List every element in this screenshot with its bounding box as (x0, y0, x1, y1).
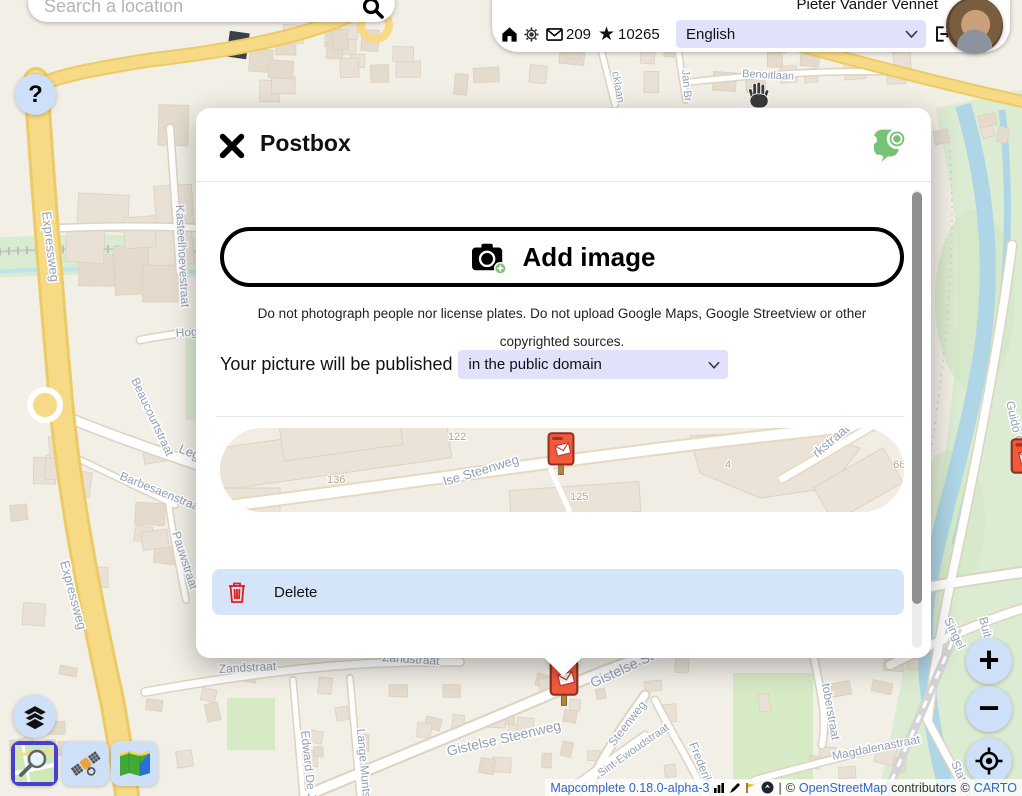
message-count: 209 (566, 22, 591, 46)
feature-mini-map[interactable]: 122136125466;6lse Steenwegrkstraat (220, 428, 904, 512)
street-label: 66;6 (893, 459, 904, 471)
home-icon[interactable] (500, 22, 519, 46)
folded-map-icon (118, 750, 152, 778)
dialog-header: Postbox (196, 108, 931, 182)
community-icon[interactable] (761, 781, 774, 794)
help-button[interactable]: ? (15, 74, 56, 115)
chevron-down-icon (708, 361, 720, 369)
mapcomplete-logo-icon (872, 125, 909, 162)
language-select[interactable]: English (676, 20, 926, 48)
dialog-body: Add image Do not photograph people nor l… (196, 182, 931, 658)
street-label: 125 (570, 491, 588, 503)
postbox-marker-edge[interactable] (1010, 438, 1022, 486)
language-value: English (686, 26, 905, 43)
search-icon[interactable] (361, 0, 385, 20)
background-satellite-button[interactable] (62, 741, 109, 786)
postbox-marker-mini (547, 432, 575, 477)
osm-link[interactable]: OpenStreetMap (799, 781, 887, 795)
crosshair-icon (974, 746, 1004, 776)
search-bar (28, 0, 395, 22)
star-icon: ★ (598, 22, 615, 46)
user-panel: Pieter Vander Vennet 209 ★ 10265 (492, 0, 1010, 52)
layers-icon (22, 704, 48, 730)
minus-icon: − (978, 690, 999, 726)
attr-copy: © (786, 781, 795, 795)
divider (216, 416, 905, 417)
dialog-title: Postbox (260, 130, 351, 157)
hand-cursor-icon (744, 80, 772, 110)
locate-button[interactable] (966, 738, 1012, 784)
star-count: 10265 (618, 22, 660, 46)
license-prefix: Your picture will be published (220, 354, 452, 375)
zoom-in-button[interactable]: + (966, 638, 1012, 684)
help-label: ? (28, 81, 43, 109)
background-osm-button[interactable] (11, 741, 58, 786)
attribution-bar: Mapcomplete 0.18.0-alpha-3 | © OpenStree… (545, 779, 1022, 796)
camera-plus-icon (469, 240, 509, 274)
mapcomplete-version-link[interactable]: Mapcomplete 0.18.0-alpha-3 (550, 781, 709, 795)
street-label: 4 (725, 459, 731, 471)
plus-icon: + (978, 642, 999, 678)
gear-icon[interactable] (523, 22, 540, 46)
street-label: 122 (448, 431, 466, 443)
background-map-button[interactable] (111, 741, 158, 786)
license-value: in the public domain (468, 356, 708, 373)
search-input[interactable] (42, 0, 361, 20)
license-row: Your picture will be published in the pu… (220, 350, 728, 379)
add-image-button[interactable]: Add image (220, 227, 904, 287)
postbox-dialog: Postbox Add image (196, 108, 931, 658)
osm-carto-icon (15, 745, 54, 782)
stats-icon[interactable] (713, 782, 725, 794)
attr-contributors: contributors (891, 781, 956, 795)
close-icon[interactable] (218, 132, 246, 160)
trash-icon (226, 580, 248, 604)
user-name: Pieter Vander Vennet (797, 0, 939, 13)
carto-link[interactable]: CARTO (974, 781, 1017, 795)
scrollbar[interactable] (912, 190, 922, 648)
license-select[interactable]: in the public domain (458, 350, 728, 379)
attr-divider: | (778, 781, 781, 795)
satellite-icon (70, 749, 102, 779)
layers-button[interactable] (13, 695, 56, 738)
attr-copy2: © (960, 781, 969, 795)
pencil-icon[interactable] (729, 782, 741, 794)
flag-icon[interactable] (745, 782, 757, 794)
delete-label: Delete (274, 584, 317, 601)
delete-button[interactable]: Delete (212, 569, 904, 615)
app-stage: Dirk MartensstraatExpresswegExpresswegNo… (0, 0, 1022, 796)
zoom-out-button[interactable]: − (966, 686, 1012, 732)
street-label: 136 (327, 474, 345, 486)
chevron-down-icon (905, 30, 918, 38)
messages-icon[interactable] (545, 22, 564, 46)
add-image-label: Add image (523, 242, 656, 273)
photo-license-note: Do not photograph people nor license pla… (224, 300, 900, 356)
